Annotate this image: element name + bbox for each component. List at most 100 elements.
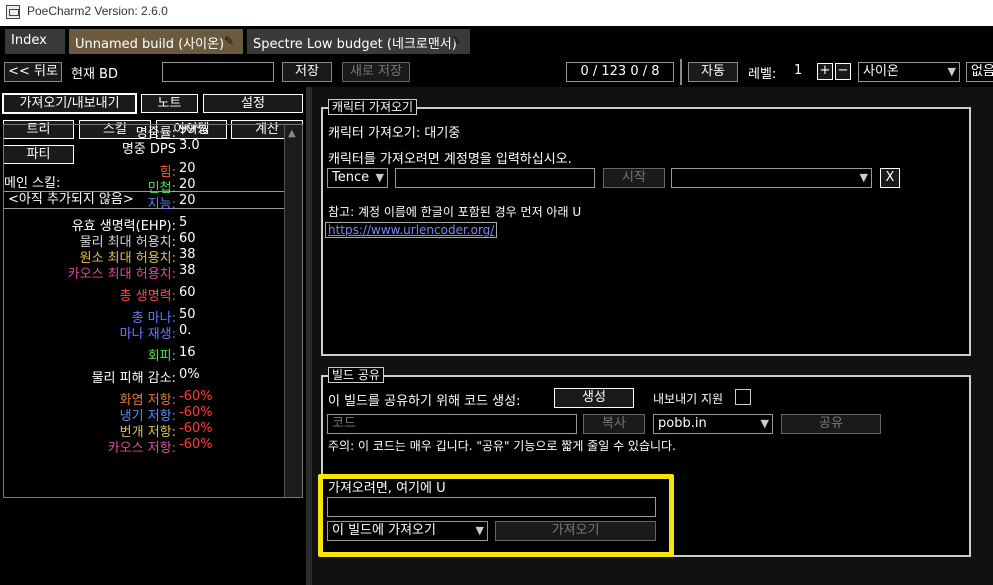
points-display: 0 / 123 0 / 8: [566, 62, 674, 82]
tab-unnamed-build[interactable]: Unnamed build (사이온) ✎: [69, 29, 243, 54]
export-support-checkbox[interactable]: [735, 389, 751, 405]
level-value[interactable]: 1: [794, 63, 802, 78]
realm-select[interactable]: Tence ▼: [327, 168, 388, 188]
build-share-title: 빌드 공유: [328, 367, 384, 383]
stat-row: 유효 생명력(EHP): 5: [4, 215, 302, 234]
export-support-label: 내보내기 지원: [653, 392, 724, 406]
stat-label: 명중 DPS: [121, 142, 176, 157]
title-bar: PoeCharm2 Version: 2.6.0: [0, 0, 993, 26]
notes-button[interactable]: 노트: [141, 94, 198, 113]
stat-value: 38: [179, 263, 196, 278]
save-new-button[interactable]: 새로 저장: [342, 62, 410, 82]
app-icon: [6, 5, 20, 19]
stat-value: 20: [179, 177, 196, 192]
stat-value: 38: [179, 247, 196, 262]
stat-row: 힘: 20: [4, 161, 302, 180]
stat-row: 냉기 저항: -60%: [4, 405, 302, 424]
copy-button[interactable]: 복사: [583, 414, 645, 434]
stat-row: 명중 DPS 3.0: [4, 138, 302, 157]
stat-row: 명중률: 99%: [4, 125, 302, 141]
league-select[interactable]: ▼: [671, 168, 872, 188]
share-site-select[interactable]: pobb.in ▼: [653, 414, 773, 434]
stat-label: 카오스 최대 허용치:: [67, 267, 176, 282]
stat-value: -60%: [179, 389, 213, 404]
close-button[interactable]: X: [880, 168, 900, 188]
top-toolbar: << 뒤로 현재 BD 저장 새로 저장 0 / 123 0 / 8 자동 레벨…: [0, 57, 993, 87]
account-name-input[interactable]: [395, 168, 595, 188]
stat-row: 카오스 저항: -60%: [4, 437, 302, 456]
stat-value: 60: [179, 285, 196, 300]
realm-select-value: Tence: [332, 170, 370, 185]
stat-row: 번개 저항: -60%: [4, 421, 302, 440]
generate-button[interactable]: 생성: [554, 388, 634, 408]
stat-label: 회피:: [147, 349, 176, 364]
tab-bar: Index Unnamed build (사이온) ✎ Spectre Low b…: [0, 26, 993, 57]
class-select[interactable]: 사이온 ▼: [858, 62, 960, 82]
code-input[interactable]: 코드: [327, 414, 577, 434]
share-button[interactable]: 공유: [781, 414, 881, 434]
stat-row: 물리 최대 허용치: 60: [4, 231, 302, 250]
stat-row: 회피: 16: [4, 345, 302, 364]
stat-value: 20: [179, 193, 196, 208]
pin-icon[interactable]: ✎: [224, 34, 238, 48]
stat-label: 물리 피해 감소:: [91, 371, 176, 386]
stat-label: 카오스 저항:: [107, 441, 176, 456]
import-status: 캐릭터 가져오기: 대기중: [328, 126, 461, 141]
stat-value: 20: [179, 161, 196, 176]
class-select-value: 사이온: [863, 64, 899, 79]
generate-code-label: 이 빌드를 공유하기 위해 코드 생성:: [328, 394, 521, 409]
stat-value: 0.: [179, 323, 192, 338]
save-button[interactable]: 저장: [282, 62, 332, 82]
stat-label: 총 생명력:: [119, 289, 176, 304]
stat-row: 민첩: 20: [4, 177, 302, 196]
import-character-title: 캐릭터 가져오기: [328, 99, 418, 115]
stat-value: -60%: [179, 437, 213, 452]
level-plus-button[interactable]: +: [817, 63, 833, 80]
current-build-label: 현재 BD: [71, 67, 118, 82]
pin-icon[interactable]: ✎: [451, 34, 465, 48]
share-note: 주의: 이 코드는 매우 깁니다. "공유" 기능으로 짧게 줄일 수 있습니다…: [328, 439, 676, 453]
highlight-box: [318, 474, 674, 557]
stat-value: -60%: [179, 405, 213, 420]
scroll-up-icon[interactable]: ▲: [288, 128, 296, 139]
stat-row: 지능: 20: [4, 193, 302, 212]
auto-button[interactable]: 자동: [688, 62, 738, 82]
ascendancy-select[interactable]: 없음: [966, 62, 993, 82]
stat-value: 5: [179, 215, 188, 230]
back-button[interactable]: << 뒤로: [4, 62, 62, 82]
tab-label: Index: [11, 33, 47, 48]
stat-row: 원소 최대 허용치: 38: [4, 247, 302, 266]
stat-value: 0%: [179, 367, 200, 382]
stat-row: 마나 재생: 0.: [4, 323, 302, 342]
stat-row: 총 마나: 50: [4, 307, 302, 326]
stat-label: 마나 재생:: [119, 327, 176, 342]
stat-value: 50: [179, 307, 196, 322]
import-instruction: 캐릭터를 가져오려면 계정명을 입력하십시오.: [328, 152, 572, 167]
toolbar-divider: [680, 59, 682, 85]
chevron-down-icon: ▼: [760, 417, 769, 430]
stat-row: 화염 저항: -60%: [4, 389, 302, 408]
stats-panel: 평균 피해:2.5공격 속도:1.명중률:99%명중 DPS3.0힘:20민첩:…: [3, 124, 303, 498]
share-site-value: pobb.in: [658, 416, 707, 431]
build-name-input[interactable]: [162, 62, 274, 82]
settings-button[interactable]: 설정: [203, 94, 303, 113]
stat-value: 3.0: [179, 138, 200, 153]
chevron-down-icon: ▼: [947, 65, 956, 78]
stat-value: 16: [179, 345, 196, 360]
stat-label: 지능:: [147, 197, 176, 212]
urlencoder-link[interactable]: https://www.urlencoder.org/: [325, 222, 498, 238]
import-export-button[interactable]: 가져오기/내보내기: [2, 93, 137, 114]
stats-scrollbar[interactable]: ▲: [284, 125, 302, 497]
tab-label: Spectre Low budget (네크로맨서): [253, 37, 457, 52]
window-title: PoeCharm2 Version: 2.6.0: [27, 4, 168, 18]
tab-spectre-low-budget[interactable]: Spectre Low budget (네크로맨서) ✎: [247, 29, 470, 54]
level-minus-button[interactable]: −: [835, 63, 851, 80]
level-label: 레벨:: [748, 67, 777, 82]
stat-value: 60: [179, 231, 196, 246]
stat-row: 카오스 최대 허용치: 38: [4, 263, 302, 282]
start-button[interactable]: 시작: [603, 168, 665, 188]
chevron-down-icon: ▼: [859, 171, 868, 184]
import-character-section: 캐릭터 가져오기 캐릭터 가져오기: 대기중 캐릭터를 가져오려면 계정명을 입…: [321, 99, 971, 356]
stat-row: 물리 피해 감소: 0%: [4, 367, 302, 386]
tab-index[interactable]: Index: [5, 29, 65, 54]
